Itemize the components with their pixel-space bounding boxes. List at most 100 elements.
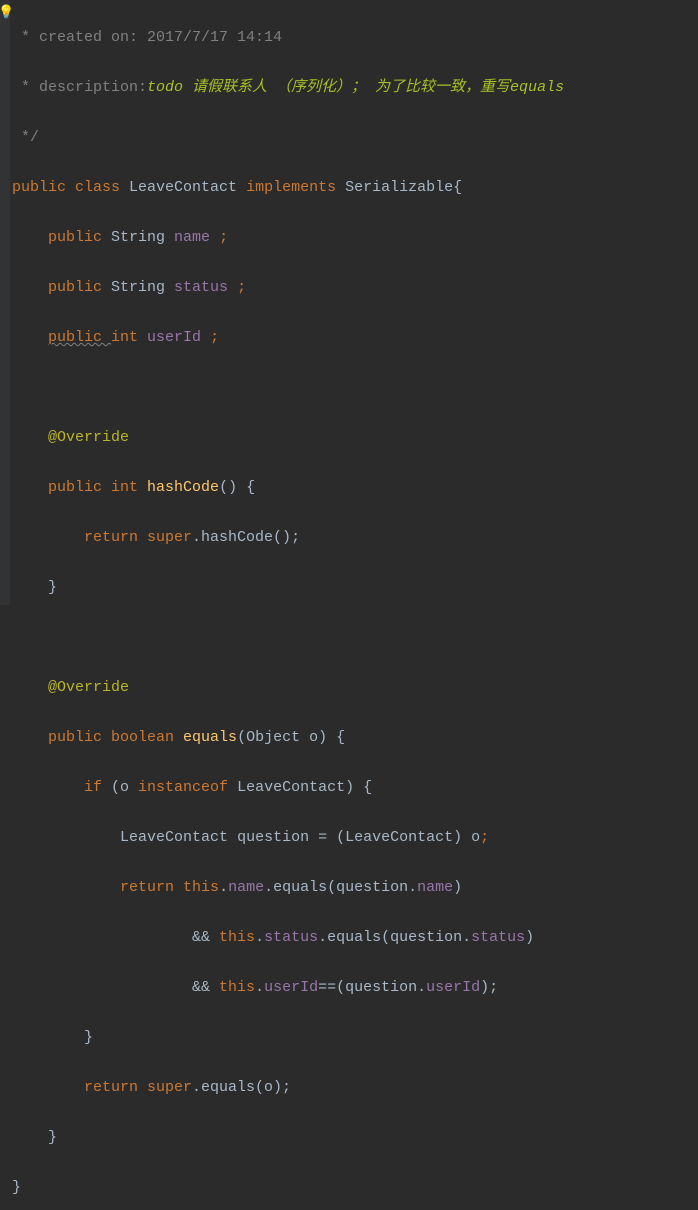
code-line: && this.userId==(question.userId); [12,975,698,1000]
todo-comment: todo 请假联系人 （序列化）； 为了比较一致，重写equals [147,79,564,96]
comment-text: * [12,29,39,46]
keyword: public [48,229,111,246]
editor-gutter: 💡 [0,0,10,605]
code-line: public class LeaveContact implements Ser… [12,175,698,200]
code-line: * description:todo 请假联系人 （序列化）； 为了比较一致，重… [12,75,698,100]
field-name: userId [264,979,318,996]
dot: . [255,929,264,946]
field-name: userId [426,979,480,996]
dot: . [255,979,264,996]
code-line: && this.status.equals(question.status) [12,925,698,950]
keyword: boolean [111,729,183,746]
keyword: public [48,279,111,296]
class-name: Serializable [345,179,453,196]
code-line [12,375,698,400]
call: .hashCode(); [192,529,300,546]
comment-text: */ [12,129,39,146]
code-line: public String name ; [12,225,698,250]
keyword-warning: public [48,329,111,346]
expr: question = ( [237,829,345,846]
indent [12,279,48,296]
code-line: public int userId ; [12,325,698,350]
code-editor[interactable]: * created on: 2017/7/17 14:14 * descript… [0,0,698,1210]
code-line [12,625,698,650]
indent [12,729,48,746]
brace: } [12,1129,57,1146]
field-name: name [174,229,219,246]
expr: .equals(question. [264,879,417,896]
field-name: userId [147,329,210,346]
keyword: int [111,479,147,496]
paren: ) [525,929,534,946]
type: Object [246,729,309,746]
paren: ); [480,979,498,996]
field-name: status [174,279,237,296]
expr: (o [111,779,138,796]
indent [12,229,48,246]
keyword: int [111,329,147,346]
keyword: public [48,729,111,746]
code-line: } [12,1125,698,1150]
keyword: class [75,179,129,196]
indent [12,879,120,896]
params: () { [219,479,255,496]
class-name: LeaveContact [345,829,453,846]
code-line: } [12,575,698,600]
call: .equals(o); [192,1079,291,1096]
code-line: return this.name.equals(question.name) [12,875,698,900]
semicolon: ; [219,229,228,246]
keyword: return [120,879,183,896]
paren: ) [453,879,462,896]
expr: ==(question. [318,979,426,996]
keyword: this [219,929,255,946]
field-name: status [471,929,525,946]
indent [12,829,120,846]
keyword: instanceof [138,779,237,796]
keyword: super [147,529,192,546]
code-line: return super.equals(o); [12,1075,698,1100]
intention-bulb-icon[interactable]: 💡 [0,0,14,25]
code-line: * created on: 2017/7/17 14:14 [12,25,698,50]
type: String [111,229,174,246]
semicolon: ; [210,329,219,346]
brace: { [453,179,462,196]
code-line: @Override [12,675,698,700]
code-line: @Override [12,425,698,450]
keyword: if [84,779,111,796]
paren: ( [237,729,246,746]
semicolon: ; [480,829,489,846]
brace: ) { [345,779,372,796]
type: String [111,279,174,296]
expr: .equals(question. [318,929,471,946]
field-name: status [264,929,318,946]
keyword: super [147,1079,192,1096]
code-line: } [12,1175,698,1200]
keyword: this [183,879,219,896]
code-line: LeaveContact question = (LeaveContact) o… [12,825,698,850]
comment-text: created on: 2017/7/17 14:14 [39,29,282,46]
indent [12,779,84,796]
indent [12,679,48,696]
keyword: return [84,529,147,546]
indent: && [12,929,219,946]
class-name: LeaveContact [237,779,345,796]
indent [12,479,48,496]
code-line: */ [12,125,698,150]
indent [12,529,84,546]
annotation: @Override [48,679,129,696]
semicolon: ; [237,279,246,296]
indent: && [12,979,219,996]
code-line: if (o instanceof LeaveContact) { [12,775,698,800]
class-name: LeaveContact [129,179,246,196]
keyword: implements [246,179,345,196]
expr: ) o [453,829,480,846]
keyword: this [219,979,255,996]
brace: } [12,1179,21,1196]
code-line: } [12,1025,698,1050]
field-name: name [228,879,264,896]
indent [12,429,48,446]
method-name: hashCode [147,479,219,496]
keyword: public [12,179,75,196]
field-name: name [417,879,453,896]
code-line: public boolean equals(Object o) { [12,725,698,750]
